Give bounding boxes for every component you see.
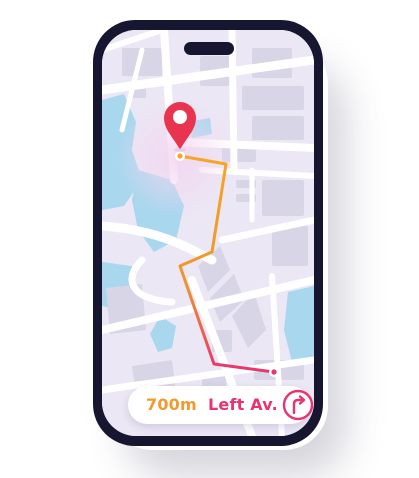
navigation-instruction-bar[interactable]: 700m Left Av. [128, 386, 314, 424]
turn-right-arrow-icon[interactable] [280, 387, 314, 423]
route-end-point [269, 367, 279, 377]
turn-distance: 700m [146, 395, 197, 414]
phone-notch [184, 42, 234, 55]
route-start-point [175, 151, 185, 161]
map-screen[interactable]: 700m Left Av. [102, 30, 314, 436]
street-name: Left Av. [208, 395, 278, 414]
map-view[interactable] [102, 30, 314, 436]
phone-frame: 700m Left Av. [93, 20, 323, 446]
